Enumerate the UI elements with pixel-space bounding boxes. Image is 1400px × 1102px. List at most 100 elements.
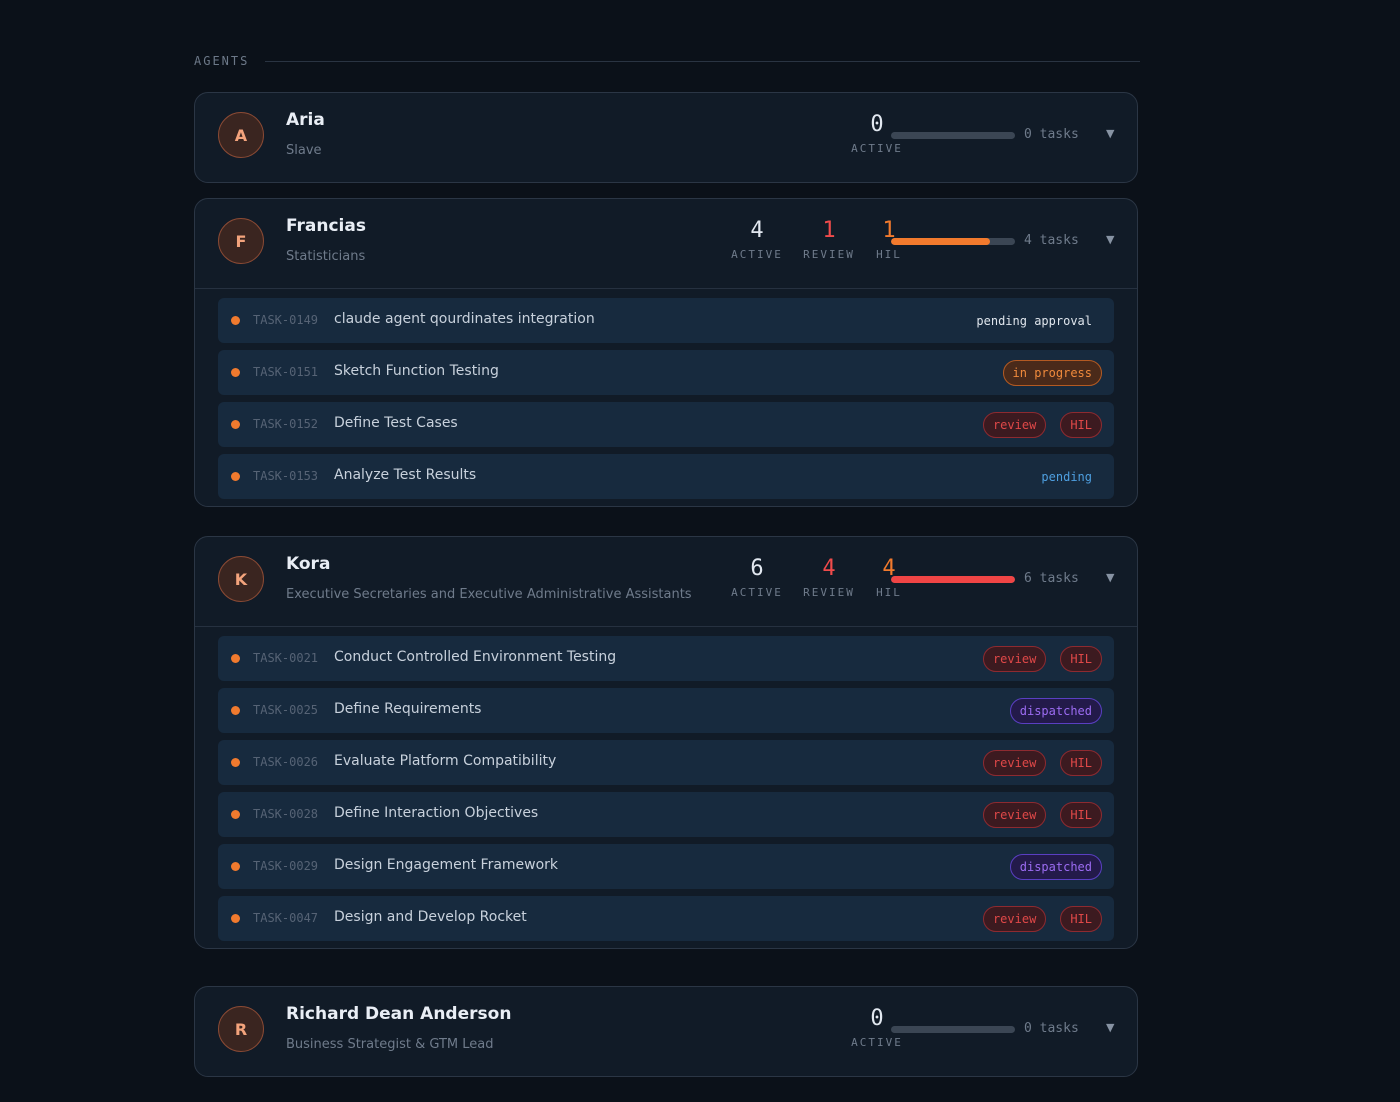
badge-dispatched: dispatched bbox=[1009, 697, 1102, 724]
task-id: TASK-0149 bbox=[253, 313, 319, 327]
badge-hil: HIL bbox=[1060, 905, 1102, 932]
avatar: R bbox=[218, 1006, 264, 1052]
badge-review: review bbox=[982, 411, 1047, 438]
progress-bar bbox=[891, 1026, 1015, 1033]
section-title: AGENTS bbox=[194, 54, 250, 68]
task-id: TASK-0152 bbox=[253, 417, 319, 431]
stat-active-label: ACTIVE bbox=[731, 586, 783, 599]
task-row[interactable]: TASK-0149 claude agent qourdinates integr… bbox=[218, 298, 1114, 343]
task-row[interactable]: TASK-0047 Design and Develop Rocket review… bbox=[218, 896, 1114, 941]
task-row[interactable]: TASK-0151 Sketch Function Testing in progr… bbox=[218, 350, 1114, 395]
badge-review: review bbox=[982, 801, 1047, 828]
badge-review: review bbox=[982, 749, 1047, 776]
task-badges: dispatched bbox=[1009, 688, 1102, 733]
agent-card: R Richard Dean Anderson Business Strategis… bbox=[194, 986, 1138, 1077]
badge-dispatched: dispatched bbox=[1009, 853, 1102, 880]
stat-active: 6 ACTIVE bbox=[727, 555, 787, 599]
tasks-count: 4 tasks bbox=[1024, 233, 1079, 248]
task-row[interactable]: TASK-0026 Evaluate Platform Compatibility… bbox=[218, 740, 1114, 785]
task-badges: review HIL bbox=[982, 792, 1102, 837]
progress-fill bbox=[891, 576, 1015, 583]
progress-fill bbox=[891, 238, 991, 245]
task-title: Sketch Function Testing bbox=[334, 363, 499, 379]
status-dot bbox=[231, 706, 240, 715]
progress-bar bbox=[891, 576, 1015, 583]
agent-role: Business Strategist & GTM Lead bbox=[286, 1037, 494, 1052]
agent-card-header[interactable]: R Richard Dean Anderson Business Strategis… bbox=[195, 987, 1137, 1076]
task-title: Design and Develop Rocket bbox=[334, 909, 527, 925]
task-badges: review HIL bbox=[982, 402, 1102, 447]
agent-card: F Francias Statisticians 4 ACTIVE 1 REVIEW 1 HIL… bbox=[194, 198, 1138, 507]
task-id: TASK-0028 bbox=[253, 807, 319, 821]
progress-bar bbox=[891, 132, 1015, 139]
agent-card-header[interactable]: A Aria Slave 0 ACTIVE 0 tasks ▼ bbox=[195, 93, 1137, 182]
task-row[interactable]: TASK-0152 Define Test Cases review HIL bbox=[218, 402, 1114, 447]
section-divider bbox=[265, 60, 1140, 62]
stat-active-label: ACTIVE bbox=[731, 248, 783, 261]
badge-hil: HIL bbox=[1060, 749, 1102, 776]
task-list: TASK-0149 claude agent qourdinates integr… bbox=[195, 288, 1137, 499]
chevron-down-icon[interactable]: ▼ bbox=[1106, 233, 1114, 246]
task-row[interactable]: TASK-0029 Design Engagement Framework disp… bbox=[218, 844, 1114, 889]
task-list: TASK-0021 Conduct Controlled Environment … bbox=[195, 626, 1137, 941]
status-dot bbox=[231, 472, 240, 481]
task-id: TASK-0151 bbox=[253, 365, 319, 379]
stat-review: 1 REVIEW bbox=[799, 217, 859, 261]
badge-plain: pending approval bbox=[976, 313, 1092, 328]
stat-active-label: ACTIVE bbox=[851, 1036, 903, 1049]
agent-role: Slave bbox=[286, 143, 322, 158]
badge-pending: pending bbox=[1041, 469, 1092, 484]
task-title: Define Requirements bbox=[334, 701, 482, 717]
tasks-count: 0 tasks bbox=[1024, 127, 1079, 142]
task-badges: review HIL bbox=[982, 636, 1102, 681]
status-dot bbox=[231, 368, 240, 377]
agent-card: A Aria Slave 0 ACTIVE 0 tasks ▼ bbox=[194, 92, 1138, 183]
status-dot bbox=[231, 862, 240, 871]
chevron-down-icon[interactable]: ▼ bbox=[1106, 571, 1114, 584]
task-row[interactable]: TASK-0028 Define Interaction Objectives re… bbox=[218, 792, 1114, 837]
stat-active: 4 ACTIVE bbox=[727, 217, 787, 261]
agents-section-header: AGENTS bbox=[194, 52, 1140, 70]
stat-active-value: 4 bbox=[750, 218, 764, 243]
agent-card-header[interactable]: K Kora Executive Secretaries and Executive… bbox=[195, 537, 1137, 626]
badge-hil: HIL bbox=[1060, 801, 1102, 828]
task-title: Design Engagement Framework bbox=[334, 857, 559, 873]
stat-active-value: 6 bbox=[750, 556, 764, 581]
status-dot bbox=[231, 758, 240, 767]
badge-review: review bbox=[982, 645, 1047, 672]
task-row[interactable]: TASK-0025 Define Requirements dispatched bbox=[218, 688, 1114, 733]
task-badges: pending approval bbox=[966, 298, 1102, 343]
badge-review: review bbox=[982, 905, 1047, 932]
chevron-down-icon[interactable]: ▼ bbox=[1106, 127, 1114, 140]
task-id: TASK-0026 bbox=[253, 755, 319, 769]
agent-role: Statisticians bbox=[286, 249, 366, 264]
avatar: A bbox=[218, 112, 264, 158]
status-dot bbox=[231, 810, 240, 819]
avatar: F bbox=[218, 218, 264, 264]
stat-review-label: REVIEW bbox=[803, 586, 855, 599]
task-badges: review HIL bbox=[982, 740, 1102, 785]
tasks-count: 0 tasks bbox=[1024, 1021, 1079, 1036]
badge-progress: in progress bbox=[1002, 359, 1102, 386]
agent-card: K Kora Executive Secretaries and Executive… bbox=[194, 536, 1138, 949]
task-row[interactable]: TASK-0153 Analyze Test Results pending bbox=[218, 454, 1114, 499]
stat-review-value: 4 bbox=[822, 556, 836, 581]
stat-review-label: REVIEW bbox=[803, 248, 855, 261]
task-title: Analyze Test Results bbox=[334, 467, 477, 483]
status-dot bbox=[231, 654, 240, 663]
agent-card-header[interactable]: F Francias Statisticians 4 ACTIVE 1 REVIEW 1 HIL… bbox=[195, 199, 1137, 288]
task-badges: pending bbox=[1031, 454, 1102, 499]
agent-name: Kora bbox=[286, 554, 331, 574]
task-badges: in progress bbox=[1002, 350, 1102, 395]
task-badges: dispatched bbox=[1009, 844, 1102, 889]
task-title: Evaluate Platform Compatibility bbox=[334, 753, 557, 769]
task-id: TASK-0047 bbox=[253, 911, 319, 925]
avatar: K bbox=[218, 556, 264, 602]
stat-active-label: ACTIVE bbox=[851, 142, 903, 155]
task-row[interactable]: TASK-0021 Conduct Controlled Environment … bbox=[218, 636, 1114, 681]
task-title: Define Interaction Objectives bbox=[334, 805, 539, 821]
stat-hil-label: HIL bbox=[876, 586, 902, 599]
stat-review: 4 REVIEW bbox=[799, 555, 859, 599]
chevron-down-icon[interactable]: ▼ bbox=[1106, 1021, 1114, 1034]
badge-hil: HIL bbox=[1060, 411, 1102, 438]
